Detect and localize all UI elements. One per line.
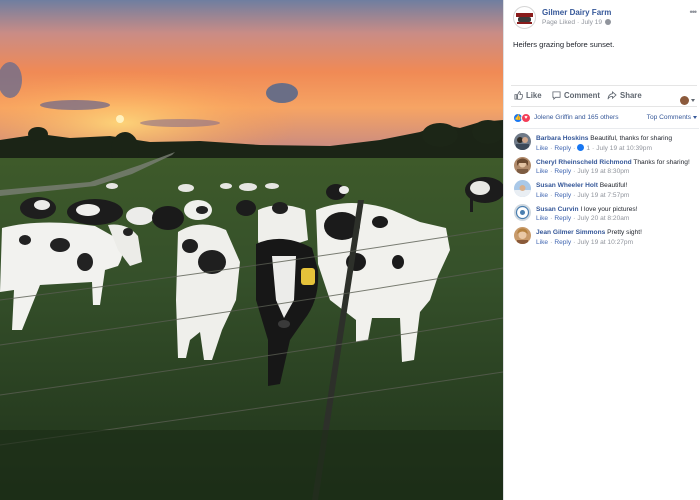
more-options-icon[interactable]: •••: [690, 7, 698, 17]
comment-meta: Like · Reply · July 19 at 10:27pm: [536, 238, 634, 246]
commenter-avatar[interactable]: [514, 227, 531, 245]
profile-avatar: [680, 96, 689, 106]
comment-timestamp[interactable]: July 19 at 8:30pm: [577, 168, 629, 175]
comment-item: Jean Gilmer Simmons Pretty sight! Like · R…: [513, 223, 699, 247]
comment-item: Cheryl Rheinscheld Richmond Thanks for s…: [513, 153, 699, 177]
page-name-link[interactable]: Gilmer Dairy Farm: [542, 8, 611, 17]
reactions-row: 👍 ♥ Jolene Griffin and 165 others Top Co…: [513, 113, 697, 125]
share-icon: [607, 91, 617, 100]
reactions-summary[interactable]: Jolene Griffin and 165 others: [534, 114, 619, 121]
share-button[interactable]: Share: [607, 91, 642, 100]
like-button[interactable]: Like: [514, 90, 542, 100]
comment-timestamp[interactable]: July 20 at 8:20am: [577, 215, 629, 222]
sunset-pasture-photo: [0, 0, 503, 500]
comment-button[interactable]: Comment: [552, 91, 600, 101]
comments-list: Barbara Hoskins Beautiful, thanks for sh…: [513, 128, 699, 247]
comment-meta: Like · Reply · July 19 at 7:57pm: [536, 191, 630, 199]
page-avatar[interactable]: [513, 6, 536, 29]
comment-item: Susan Wheeler Holt Beautiful! Like · Reply…: [513, 176, 699, 200]
comment-reply-link[interactable]: Reply: [554, 239, 571, 246]
comment-like-link[interactable]: Like: [536, 215, 548, 222]
commenter-avatar[interactable]: [514, 180, 531, 198]
logo-underline: [517, 22, 532, 24]
like-reaction-icon: [577, 143, 585, 151]
comment-meta: Like · Reply · July 19 at 8:30pm: [536, 168, 630, 176]
post-meta: Page Liked · July 19: [542, 19, 612, 26]
globe-icon: [605, 19, 612, 25]
comment-like-link[interactable]: Like: [536, 168, 548, 175]
comment-icon: [552, 91, 561, 101]
comment-text: Beautiful, thanks for sharing: [590, 135, 672, 142]
comment-meta: Like · Reply · 1 · July 19 at 10:39pm: [536, 143, 652, 152]
comment-timestamp[interactable]: July 19 at 10:39pm: [596, 145, 652, 152]
comment-text: Beautiful!: [599, 182, 628, 190]
page-liked-status[interactable]: Page Liked: [542, 19, 575, 26]
comment-reply-link[interactable]: Reply: [554, 168, 571, 175]
commenter-avatar[interactable]: [514, 133, 531, 150]
comment-author[interactable]: Susan Wheeler Holt: [536, 182, 598, 189]
comment-like-link[interactable]: Like: [536, 145, 548, 152]
comment-author[interactable]: Jean Gilmer Simmons: [536, 229, 605, 236]
love-reaction-icon: ♥: [521, 113, 531, 123]
post-photo[interactable]: [0, 0, 503, 500]
post-side-panel: Gilmer Dairy Farm Page Liked · July 19 •••…: [503, 0, 700, 500]
comment-meta: Like · Reply · July 20 at 8:20am: [536, 215, 630, 223]
comment-author[interactable]: Cheryl Rheinscheld Richmond: [536, 159, 632, 166]
comment-reply-link[interactable]: Reply: [554, 192, 571, 199]
comment-timestamp[interactable]: July 19 at 7:57pm: [577, 192, 629, 199]
comment-reply-link[interactable]: Reply: [554, 145, 571, 152]
comment-text: Thanks for sharing!: [633, 158, 690, 166]
comment-like-link[interactable]: Like: [536, 239, 548, 246]
comment-timestamp[interactable]: July 19 at 10:27pm: [577, 239, 633, 246]
comment-like-link[interactable]: Like: [536, 192, 548, 199]
comment-sort-dropdown[interactable]: Top Comments: [647, 114, 697, 121]
comment-sort-label: Top Comments: [646, 114, 691, 121]
post-actions-bar: Like Comment Share: [511, 85, 697, 107]
profile-switcher[interactable]: [680, 92, 695, 110]
comment-author[interactable]: Susan Curvin: [536, 206, 579, 213]
chevron-down-icon: [691, 99, 695, 103]
thumbs-up-icon: [514, 90, 524, 100]
post-header: Gilmer Dairy Farm Page Liked · July 19 •••: [513, 6, 698, 30]
comment-text: I love your pictures!: [580, 205, 638, 213]
commenter-avatar[interactable]: [514, 156, 531, 174]
like-label: Like: [526, 91, 542, 100]
comment-item: Susan Curvin I love your pictures! Like ·…: [513, 200, 699, 224]
comment-item: Barbara Hoskins Beautiful, thanks for sh…: [513, 129, 699, 153]
share-label: Share: [620, 91, 642, 100]
post-timestamp[interactable]: July 19: [581, 19, 602, 26]
comment-reply-link[interactable]: Reply: [554, 215, 571, 222]
post-caption: Heifers grazing before sunset.: [513, 40, 615, 49]
comment-author[interactable]: Barbara Hoskins: [536, 135, 588, 142]
comment-label: Comment: [564, 91, 600, 100]
comment-text: Pretty sight!: [607, 229, 642, 237]
chevron-down-icon: [693, 115, 697, 119]
commenter-avatar[interactable]: [514, 203, 531, 221]
